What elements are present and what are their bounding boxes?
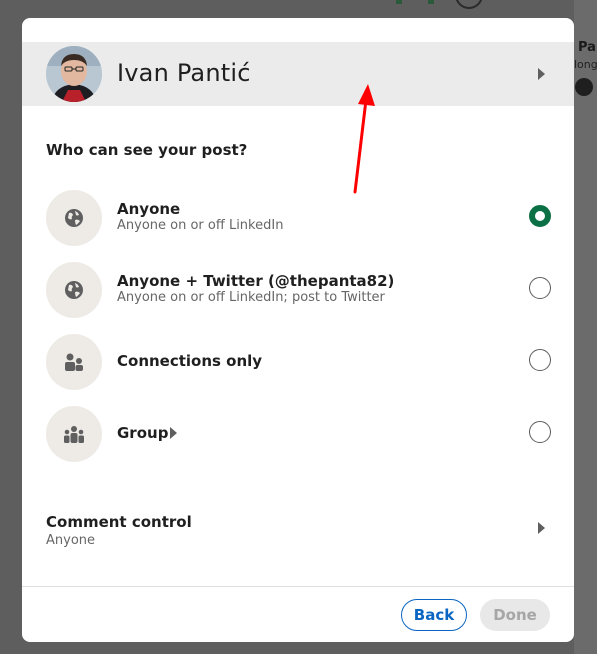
back-button[interactable]: Back <box>401 599 467 631</box>
background-name-fragment: Pa <box>578 40 596 55</box>
done-button[interactable]: Done <box>480 599 550 631</box>
background-toolbar-icons <box>390 0 490 12</box>
visibility-option-anyone[interactable]: Anyone Anyone on or off LinkedIn <box>22 189 574 247</box>
background-globe-icon <box>575 78 593 96</box>
chevron-right-icon <box>538 522 545 534</box>
group-icon <box>46 406 102 462</box>
radio-unselected[interactable] <box>529 421 551 443</box>
visibility-option-connections[interactable]: Connections only <box>22 333 574 391</box>
option-title: Anyone + Twitter (@thepanta82) <box>117 272 395 290</box>
globe-icon <box>46 190 102 246</box>
option-title: Group <box>117 424 169 442</box>
author-name: Ivan Pantić <box>117 59 251 87</box>
footer-divider <box>22 586 574 587</box>
visibility-option-anyone-twitter[interactable]: Anyone + Twitter (@thepanta82) Anyone on… <box>22 261 574 319</box>
option-subtitle: Anyone on or off LinkedIn; post to Twitt… <box>117 290 385 305</box>
option-title: Connections only <box>117 352 263 370</box>
background-feed-peek: Pa longe <box>574 0 597 654</box>
comment-control-title: Comment control <box>46 513 192 531</box>
chevron-right-icon <box>538 68 545 80</box>
radio-selected[interactable] <box>529 205 551 227</box>
globe-icon <box>46 262 102 318</box>
post-settings-modal: Ivan Pantić Who can see your post? Anyon… <box>22 18 574 642</box>
comment-control[interactable]: Comment control Anyone <box>22 508 574 560</box>
comment-control-value: Anyone <box>46 533 96 548</box>
radio-unselected[interactable] <box>529 349 551 371</box>
background-subtitle-fragment: longe <box>574 58 597 71</box>
chevron-right-icon <box>170 427 177 439</box>
visibility-question: Who can see your post? <box>46 141 248 159</box>
radio-unselected[interactable] <box>529 277 551 299</box>
option-title: Anyone <box>117 200 181 218</box>
option-subtitle: Anyone on or off LinkedIn <box>117 218 284 233</box>
background-circle-icon <box>455 0 483 9</box>
people-icon <box>46 334 102 390</box>
visibility-option-group[interactable]: Group <box>22 405 574 463</box>
avatar <box>46 46 102 102</box>
author-selector[interactable]: Ivan Pantić <box>22 42 574 106</box>
